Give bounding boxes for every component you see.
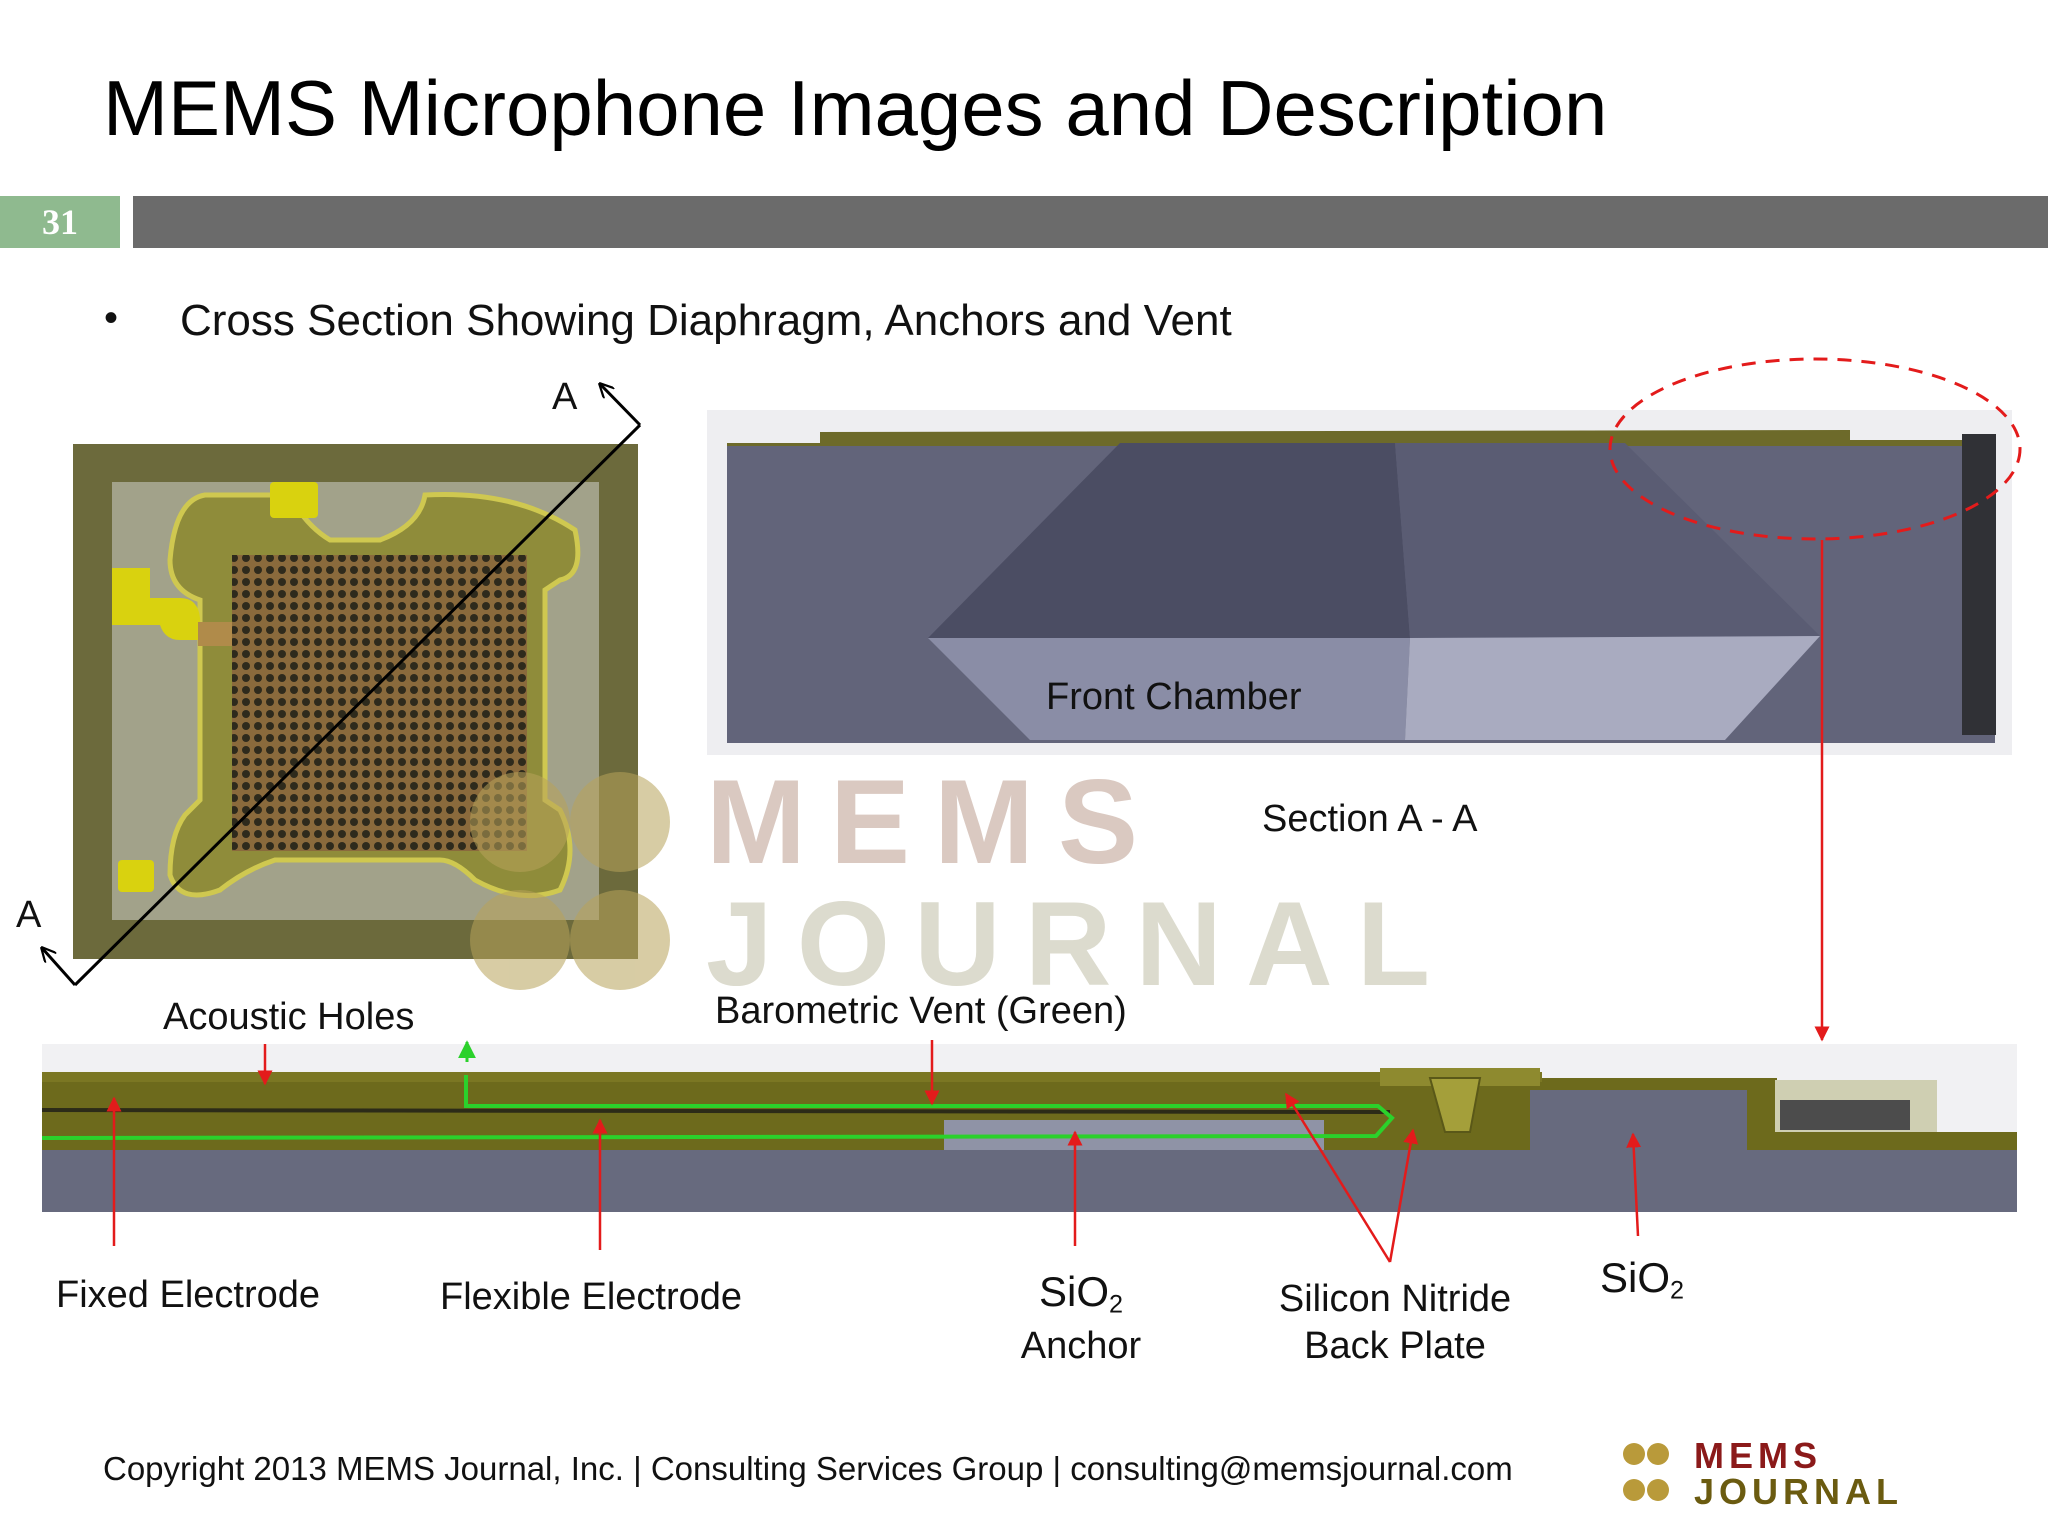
sio2-anchor-main: SiO (1038, 1268, 1109, 1315)
silicon-nitride-line1: Silicon Nitride (1278, 1278, 1512, 1320)
die-top-view (42, 384, 642, 987)
sio2-label: SiO2 (1600, 1254, 1684, 1305)
flexible-electrode-label: Flexible Electrode (440, 1276, 743, 1318)
footer-copyright: Copyright 2013 MEMS Journal, Inc. | Cons… (103, 1450, 1513, 1487)
cross-section-strip (41, 1040, 2017, 1212)
silicon-nitride-label: Silicon Nitride Back Plate (1240, 1278, 1550, 1368)
silicon-nitride-line2: Back Plate (1304, 1325, 1486, 1367)
watermark-text-journal: JOURNAL (706, 877, 1455, 1011)
sio2-anchor-label: SiO2 Anchor (976, 1268, 1186, 1368)
barometric-vent-label: Barometric Vent (Green) (715, 990, 1127, 1032)
logo-text-journal: JOURNAL (1694, 1471, 1904, 1512)
section-marker-top: A (552, 376, 578, 418)
front-chamber-label: Front Chamber (1046, 676, 1302, 718)
sio2-main: SiO (1600, 1254, 1671, 1301)
section-marker-bottom: A (16, 894, 42, 936)
sio2-sub: 2 (1670, 1276, 1685, 1305)
logo-icon (1623, 1443, 1669, 1501)
watermark-text-mems: MEMS (706, 755, 1162, 889)
logo-text-mems: MEMS (1694, 1435, 1822, 1476)
sio2-anchor-sub: 2 (1109, 1290, 1124, 1319)
sio2-anchor-line2: Anchor (1020, 1325, 1142, 1368)
acoustic-holes-label: Acoustic Holes (163, 996, 415, 1038)
fixed-electrode-label: Fixed Electrode (56, 1274, 321, 1316)
section-label: Section A - A (1262, 798, 1478, 840)
